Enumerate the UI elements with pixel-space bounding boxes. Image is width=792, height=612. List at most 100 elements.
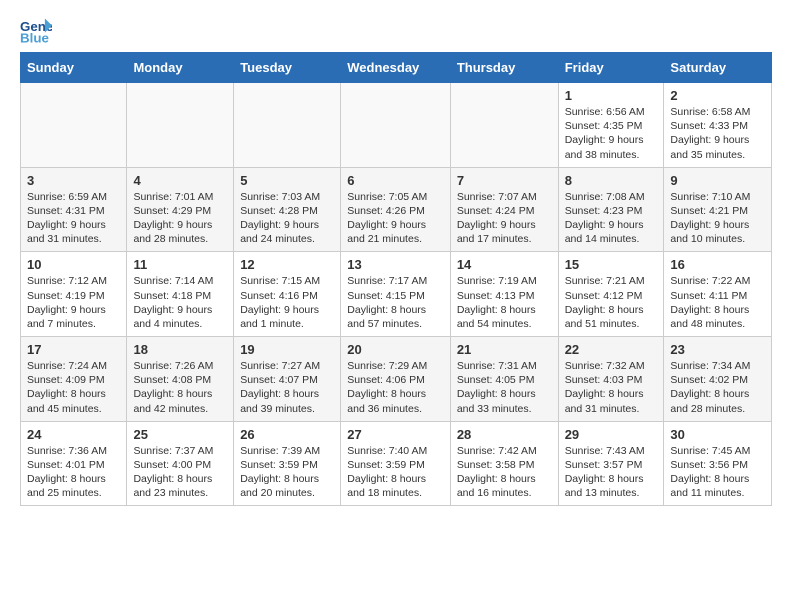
day-info: Daylight: 9 hours and 10 minutes. bbox=[670, 218, 765, 246]
day-info: Sunset: 4:07 PM bbox=[240, 373, 334, 387]
table-row bbox=[341, 83, 451, 168]
day-number: 30 bbox=[670, 427, 765, 442]
day-info: Daylight: 9 hours and 38 minutes. bbox=[565, 133, 658, 161]
day-number: 5 bbox=[240, 173, 334, 188]
table-row: 30 Sunrise: 7:45 AMSunset: 3:56 PMDayligh… bbox=[664, 421, 772, 506]
day-number: 4 bbox=[133, 173, 227, 188]
day-info: Sunrise: 6:59 AM bbox=[27, 190, 120, 204]
day-info: Daylight: 9 hours and 7 minutes. bbox=[27, 303, 120, 331]
day-number: 9 bbox=[670, 173, 765, 188]
day-info: Sunrise: 7:43 AM bbox=[565, 444, 658, 458]
day-info: Sunrise: 7:34 AM bbox=[670, 359, 765, 373]
day-number: 16 bbox=[670, 257, 765, 272]
day-number: 13 bbox=[347, 257, 444, 272]
weekday-header-tuesday: Tuesday bbox=[234, 53, 341, 83]
table-row: 26Sunrise: 7:39 AMSunset: 3:59 PMDayligh… bbox=[234, 421, 341, 506]
day-info: Daylight: 8 hours and 39 minutes. bbox=[240, 387, 334, 415]
day-number: 14 bbox=[457, 257, 552, 272]
day-number: 19 bbox=[240, 342, 334, 357]
day-info: Sunset: 4:03 PM bbox=[565, 373, 658, 387]
day-info: Sunset: 4:35 PM bbox=[565, 119, 658, 133]
table-row: 11 Sunrise: 7:14 AMSunset: 4:18 PMDayligh… bbox=[127, 252, 234, 337]
day-info: Sunset: 4:05 PM bbox=[457, 373, 552, 387]
day-info: Sunrise: 7:42 AM bbox=[457, 444, 552, 458]
day-info: Sunrise: 7:26 AM bbox=[133, 359, 227, 373]
day-number: 7 bbox=[457, 173, 552, 188]
table-row: 13Sunrise: 7:17 AMSunset: 4:15 PMDayligh… bbox=[341, 252, 451, 337]
day-info: Sunrise: 7:07 AM bbox=[457, 190, 552, 204]
day-info: Daylight: 8 hours and 28 minutes. bbox=[670, 387, 765, 415]
table-row: 12Sunrise: 7:15 AMSunset: 4:16 PMDayligh… bbox=[234, 252, 341, 337]
day-number: 12 bbox=[240, 257, 334, 272]
day-info: Sunrise: 7:08 AM bbox=[565, 190, 658, 204]
day-info: Sunset: 4:24 PM bbox=[457, 204, 552, 218]
day-info: Sunrise: 7:45 AM bbox=[670, 444, 765, 458]
table-row: 29Sunrise: 7:43 AMSunset: 3:57 PMDayligh… bbox=[558, 421, 664, 506]
day-info: Daylight: 8 hours and 33 minutes. bbox=[457, 387, 552, 415]
day-number: 26 bbox=[240, 427, 334, 442]
table-row: 9Sunrise: 7:10 AMSunset: 4:21 PMDaylight… bbox=[664, 167, 772, 252]
day-info: Daylight: 8 hours and 57 minutes. bbox=[347, 303, 444, 331]
day-info: Daylight: 8 hours and 16 minutes. bbox=[457, 472, 552, 500]
day-info: Sunset: 4:08 PM bbox=[133, 373, 227, 387]
table-row: 14Sunrise: 7:19 AMSunset: 4:13 PMDayligh… bbox=[450, 252, 558, 337]
day-info: Daylight: 8 hours and 45 minutes. bbox=[27, 387, 120, 415]
day-number: 2 bbox=[670, 88, 765, 103]
table-row: 6Sunrise: 7:05 AMSunset: 4:26 PMDaylight… bbox=[341, 167, 451, 252]
day-info: Daylight: 8 hours and 13 minutes. bbox=[565, 472, 658, 500]
day-info: Sunrise: 7:29 AM bbox=[347, 359, 444, 373]
day-info: Sunset: 4:19 PM bbox=[27, 289, 120, 303]
day-info: Daylight: 8 hours and 20 minutes. bbox=[240, 472, 334, 500]
table-row: 22Sunrise: 7:32 AMSunset: 4:03 PMDayligh… bbox=[558, 337, 664, 422]
table-row: 27Sunrise: 7:40 AMSunset: 3:59 PMDayligh… bbox=[341, 421, 451, 506]
day-info: Sunset: 3:57 PM bbox=[565, 458, 658, 472]
weekday-header-monday: Monday bbox=[127, 53, 234, 83]
day-number: 11 bbox=[133, 257, 227, 272]
table-row: 1Sunrise: 6:56 AMSunset: 4:35 PMDaylight… bbox=[558, 83, 664, 168]
day-info: Daylight: 9 hours and 1 minute. bbox=[240, 303, 334, 331]
table-row: 21 Sunrise: 7:31 AMSunset: 4:05 PMDayligh… bbox=[450, 337, 558, 422]
table-row: 17Sunrise: 7:24 AMSunset: 4:09 PMDayligh… bbox=[21, 337, 127, 422]
day-info: Sunset: 4:12 PM bbox=[565, 289, 658, 303]
day-info: Daylight: 8 hours and 18 minutes. bbox=[347, 472, 444, 500]
table-row bbox=[450, 83, 558, 168]
day-number: 21 bbox=[457, 342, 552, 357]
day-info: Sunset: 4:23 PM bbox=[565, 204, 658, 218]
day-info: Sunset: 3:56 PM bbox=[670, 458, 765, 472]
table-row bbox=[127, 83, 234, 168]
day-info: Daylight: 9 hours and 28 minutes. bbox=[133, 218, 227, 246]
table-row: 8Sunrise: 7:08 AMSunset: 4:23 PMDaylight… bbox=[558, 167, 664, 252]
day-info: Daylight: 9 hours and 21 minutes. bbox=[347, 218, 444, 246]
logo: General Blue bbox=[20, 16, 56, 44]
day-info: Daylight: 9 hours and 4 minutes. bbox=[133, 303, 227, 331]
day-info: Daylight: 8 hours and 36 minutes. bbox=[347, 387, 444, 415]
day-info: Sunrise: 7:31 AM bbox=[457, 359, 552, 373]
table-row: 5Sunrise: 7:03 AMSunset: 4:28 PMDaylight… bbox=[234, 167, 341, 252]
day-info: Sunset: 4:33 PM bbox=[670, 119, 765, 133]
weekday-header-thursday: Thursday bbox=[450, 53, 558, 83]
day-info: Sunset: 4:31 PM bbox=[27, 204, 120, 218]
day-info: Sunset: 4:18 PM bbox=[133, 289, 227, 303]
day-number: 18 bbox=[133, 342, 227, 357]
logo-icon: General Blue bbox=[20, 16, 52, 44]
table-row: 4Sunrise: 7:01 AMSunset: 4:29 PMDaylight… bbox=[127, 167, 234, 252]
day-number: 24 bbox=[27, 427, 120, 442]
weekday-header-wednesday: Wednesday bbox=[341, 53, 451, 83]
day-number: 27 bbox=[347, 427, 444, 442]
day-info: Sunrise: 7:14 AM bbox=[133, 274, 227, 288]
day-info: Daylight: 9 hours and 31 minutes. bbox=[27, 218, 120, 246]
day-info: Sunset: 4:21 PM bbox=[670, 204, 765, 218]
day-number: 25 bbox=[133, 427, 227, 442]
day-info: Sunrise: 7:19 AM bbox=[457, 274, 552, 288]
day-number: 1 bbox=[565, 88, 658, 103]
day-number: 10 bbox=[27, 257, 120, 272]
day-info: Daylight: 8 hours and 23 minutes. bbox=[133, 472, 227, 500]
day-number: 15 bbox=[565, 257, 658, 272]
day-info: Daylight: 8 hours and 11 minutes. bbox=[670, 472, 765, 500]
day-info: Sunset: 4:02 PM bbox=[670, 373, 765, 387]
day-info: Daylight: 9 hours and 17 minutes. bbox=[457, 218, 552, 246]
day-info: Daylight: 8 hours and 51 minutes. bbox=[565, 303, 658, 331]
calendar-table: SundayMondayTuesdayWednesdayThursdayFrid… bbox=[20, 52, 772, 506]
day-number: 8 bbox=[565, 173, 658, 188]
day-info: Daylight: 9 hours and 24 minutes. bbox=[240, 218, 334, 246]
